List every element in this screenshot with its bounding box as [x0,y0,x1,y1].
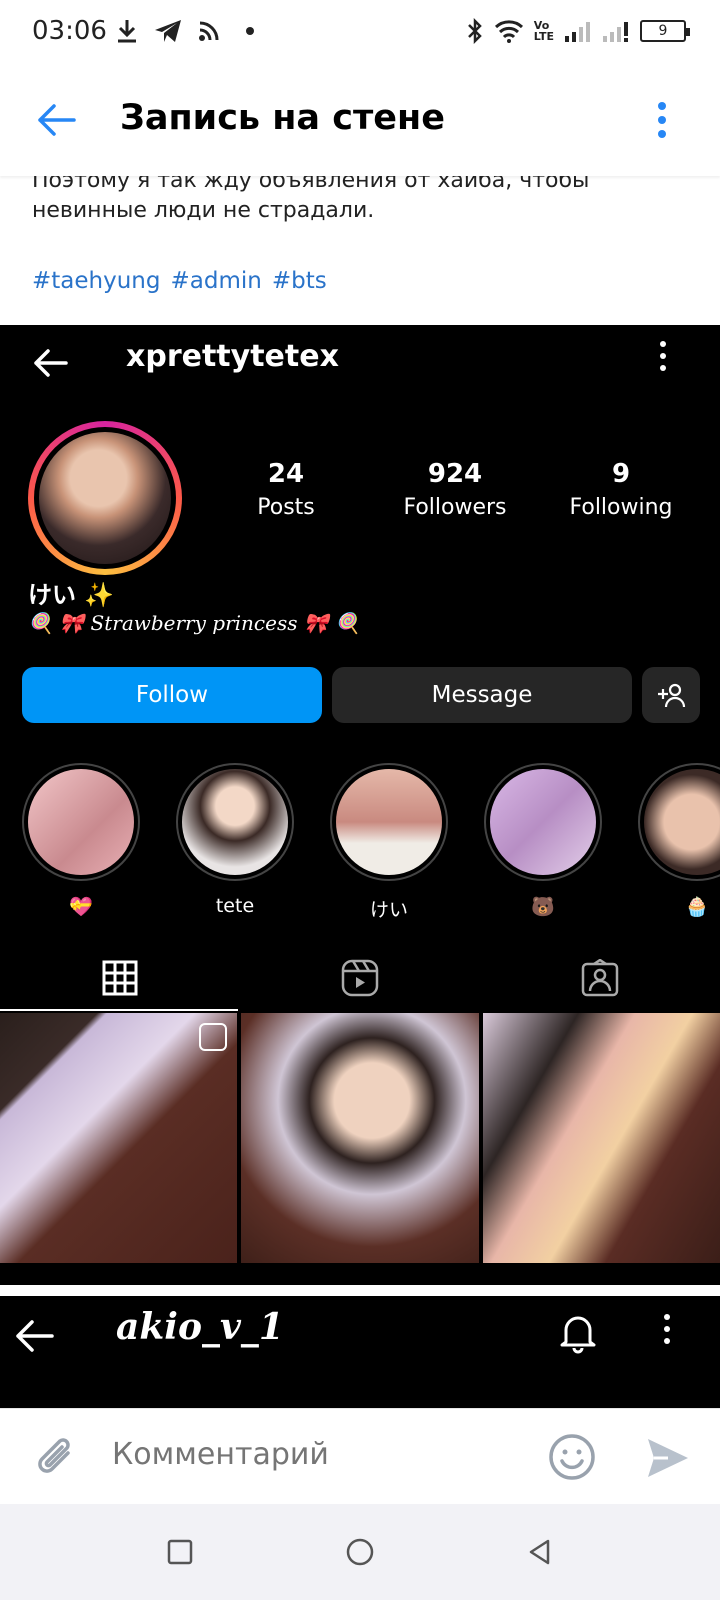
attachment-icon[interactable] [34,1433,78,1483]
volte-icon: Vo LTE [534,20,554,42]
send-icon[interactable] [644,1435,690,1481]
stat-label: Posts [257,495,315,520]
hashtag-link[interactable]: #taehyung [32,268,160,294]
highlight-label: 🧁 [685,896,709,918]
recents-button[interactable] [166,1538,194,1566]
post-image-instagram-screenshot[interactable]: xprettytetex 24 Posts 924 Followers 9 Fo… [0,325,720,1285]
more-options-icon[interactable] [658,102,668,142]
volte-bottom: LTE [533,30,554,43]
stat-label: Followers [403,495,507,520]
ig-tab-grid [0,943,240,1013]
hashtags: #taehyung #admin #bts [32,268,327,294]
reel-icon [199,1023,228,1051]
add-user-icon [658,683,686,708]
signal-icon [565,22,590,42]
ig-highlight: 🧁 [638,763,720,918]
post-text-line: невинные люди не страдали. [32,198,375,223]
back-button[interactable] [526,1538,554,1566]
tagged-icon [581,959,619,997]
highlight-label: tete [215,895,255,917]
highlight-label: 🐻 [531,896,555,918]
ig-post-grid [0,1013,720,1263]
next-post-title: akio_v_1 [116,1306,284,1348]
bell-icon [560,1316,596,1354]
ig-message-button: Message [332,667,632,723]
system-nav-bar [0,1504,720,1600]
ig-highlight: けい [330,763,448,922]
ig-highlight: 💝 [22,763,140,918]
telegram-icon [155,20,181,42]
emoji-icon[interactable] [548,1433,596,1481]
ig-username: xprettytetex [126,339,339,374]
ig-stat-posts: 24 Posts [246,459,326,520]
app-header: Запись на стене [0,66,720,176]
back-arrow-icon [16,1320,54,1352]
ig-avatar [28,421,182,575]
grid-icon [102,960,138,996]
battery-icon: 9 [640,20,690,42]
highlight-label: けい [369,899,408,921]
ig-add-user-button [642,667,700,723]
hashtag-link[interactable]: #bts [272,268,327,294]
more-icon [664,1314,672,1350]
ig-highlight: tete [176,763,294,917]
status-notification-icons [116,18,254,44]
rss-icon [199,21,219,41]
ig-tab-tagged [480,943,720,1013]
ig-grid-post [241,1013,479,1263]
ig-follow-button: Follow [22,667,322,723]
home-button[interactable] [346,1538,374,1566]
reels-icon [341,959,379,997]
ig-back-arrow-icon [34,349,68,377]
hashtag-link[interactable]: #admin [170,268,261,294]
stat-value: 24 [267,459,305,489]
ig-grid-post [0,1013,238,1263]
ig-tabs [0,943,720,1013]
stat-value: 924 [427,459,483,489]
bluetooth-icon [467,18,482,44]
ig-stat-following: 9 Following [556,459,686,520]
ig-tab-reels [240,943,480,1013]
page-title: Запись на стене [120,98,445,138]
highlight-label: 💝 [69,896,93,918]
stat-label: Following [569,495,673,520]
status-system-icons: Vo LTE 9 [466,18,690,44]
ig-more-icon [660,341,668,377]
ig-bio: 🍭 🎀 Strawberry princess 🎀 🍭 [28,611,361,635]
download-icon [118,20,136,43]
next-post-image[interactable]: akio_v_1 [0,1296,720,1408]
wifi-icon [494,20,523,43]
ig-stat-followers: 924 Followers [390,459,520,520]
status-time: 03:06 [32,16,107,46]
status-bar: 03:06 Vo LTE 9 [0,0,720,66]
comment-bar [0,1408,720,1504]
signal-2-icon [603,22,628,42]
ig-highlight: 🐻 [484,763,602,918]
comment-input[interactable] [112,1437,512,1472]
back-arrow-icon[interactable] [34,98,78,142]
stat-value: 9 [611,459,631,489]
ig-grid-post [482,1013,720,1263]
dot-icon [246,27,254,35]
ig-tab-underline [0,1009,238,1011]
ig-display-name: けい ✨ [28,581,115,609]
